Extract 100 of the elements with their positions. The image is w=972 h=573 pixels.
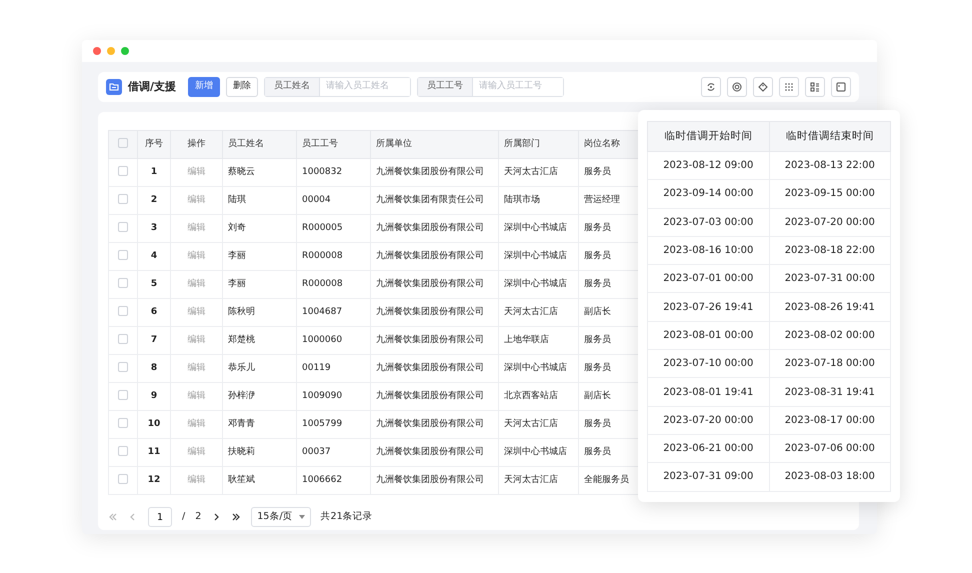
table-cell: 2023-08-02 00:00 [784, 330, 875, 341]
page-input[interactable]: 1 [148, 507, 172, 527]
first-page-icon [108, 512, 118, 522]
table-cell: 10 [148, 418, 160, 429]
table-cell: 深圳中心书城店 [504, 250, 567, 261]
table-cell: 服务员 [584, 418, 611, 429]
table-cell: 服务员 [584, 446, 611, 457]
table-cell: 天河太古汇店 [504, 306, 558, 317]
refresh-button[interactable] [701, 77, 721, 97]
checkbox[interactable] [118, 334, 128, 344]
tag-button[interactable] [753, 77, 773, 97]
column-header: 临时借调结束时间 [769, 122, 890, 152]
table-cell: 2023-07-31 09:00 [663, 471, 754, 482]
edit-link[interactable]: 编辑 [188, 446, 206, 457]
table-cell: 2023-07-31 00:00 [784, 273, 875, 284]
checkbox[interactable] [118, 446, 128, 456]
table-cell: 6 [150, 306, 158, 317]
window-button[interactable] [831, 77, 851, 97]
checkbox[interactable] [118, 306, 128, 316]
edit-link[interactable]: 编辑 [188, 474, 206, 485]
checkbox[interactable] [118, 138, 128, 148]
edit-link[interactable]: 编辑 [188, 194, 206, 205]
column-header: 临时借调开始时间 [648, 122, 769, 152]
table-cell: 2023-07-03 00:00 [663, 216, 754, 228]
target-button[interactable] [727, 77, 747, 97]
table-cell: 扶晓莉 [228, 446, 255, 457]
checkbox[interactable] [118, 278, 128, 288]
checkbox[interactable] [118, 194, 128, 204]
table-cell: 郑楚桃 [228, 334, 255, 345]
list-button[interactable] [805, 77, 825, 97]
table-cell: 深圳中心书城店 [504, 362, 567, 373]
table-cell: R000005 [302, 222, 343, 233]
window-icon [835, 81, 847, 93]
edit-link[interactable]: 编辑 [188, 222, 206, 233]
table-cell: 00004 [302, 194, 331, 205]
grid-icon [783, 81, 795, 93]
total-pages: 2 [195, 510, 202, 524]
table-cell: 1004687 [302, 306, 342, 317]
table-cell: 九洲餐饮集团股份有限公司 [376, 250, 484, 261]
edit-link[interactable]: 编辑 [188, 418, 206, 429]
table-cell: 九洲餐饮集团股份有限公司 [376, 474, 484, 485]
grid-button[interactable] [779, 77, 799, 97]
column-header: 所属单位 [370, 130, 498, 158]
checkbox[interactable] [118, 390, 128, 400]
table-cell: 九洲餐饮集团股份有限公司 [376, 166, 484, 177]
checkbox[interactable] [118, 250, 128, 260]
page-size-select[interactable]: 15条/页 [251, 507, 311, 527]
field-label: 员工工号 [418, 78, 474, 96]
table-cell: R000008 [302, 278, 343, 289]
table-cell: 1006662 [302, 474, 342, 485]
table-cell: 2023-08-16 10:00 [663, 245, 754, 256]
table-cell: 陈秋明 [228, 306, 255, 317]
add-button[interactable]: 新增 [188, 77, 220, 97]
page-title: 借调/支援 [128, 78, 176, 95]
last-page-button[interactable] [231, 512, 242, 522]
table-cell: 2023-07-01 00:00 [663, 273, 754, 284]
search-field[interactable]: 员工工号 请输入员工工号 [417, 77, 564, 97]
table-cell: 全能服务员 [584, 474, 629, 485]
table-cell: 九洲餐饮集团股份有限公司 [376, 222, 484, 233]
table-cell: 孙梓洢 [228, 390, 255, 401]
table-cell: 陆琪 [228, 194, 246, 205]
caret-icon [298, 515, 305, 519]
table-cell: 九洲餐饮集团股份有限公司 [376, 390, 484, 401]
edit-link[interactable]: 编辑 [188, 250, 206, 261]
column-header: 员工姓名 [222, 130, 296, 158]
checkbox[interactable] [118, 474, 128, 484]
table-cell: 服务员 [584, 166, 611, 177]
table-cell: R000008 [302, 250, 343, 261]
table-cell: 2023-08-01 00:00 [663, 330, 754, 341]
table-cell: 服务员 [584, 362, 611, 373]
table-cell: 九洲餐饮集团股份有限公司 [376, 306, 484, 317]
column-header: 操作 [170, 130, 222, 158]
table-cell: 天河太古汇店 [504, 166, 558, 177]
maximize-button[interactable] [121, 47, 129, 55]
edit-link[interactable]: 编辑 [188, 306, 206, 317]
checkbox[interactable] [118, 222, 128, 232]
minimize-button[interactable] [107, 47, 115, 55]
table-cell: 11 [148, 446, 160, 457]
close-button[interactable] [93, 47, 101, 55]
tag-icon [757, 81, 769, 93]
table-cell: 2023-08-01 19:41 [663, 386, 754, 398]
edit-link[interactable]: 编辑 [188, 278, 206, 289]
table-cell: 九洲餐饮集团股份有限公司 [376, 418, 484, 429]
table-cell: 深圳中心书城店 [504, 446, 567, 457]
table-cell: 2023-08-12 09:00 [663, 160, 754, 172]
table-cell: 2023-07-06 00:00 [784, 443, 875, 454]
edit-link[interactable]: 编辑 [188, 390, 206, 401]
edit-link[interactable]: 编辑 [188, 362, 206, 373]
checkbox[interactable] [118, 418, 128, 428]
table-cell: 服务员 [584, 250, 611, 261]
search-field[interactable]: 员工姓名 请输入员工姓名 [264, 77, 412, 97]
delete-button[interactable]: 删除 [226, 77, 258, 97]
edit-link[interactable]: 编辑 [188, 166, 206, 177]
edit-link[interactable]: 编辑 [188, 334, 206, 345]
table-cell: 服务员 [584, 334, 611, 345]
select-value: 15条/页 [257, 510, 293, 524]
table-cell: 天河太古汇店 [504, 418, 558, 429]
checkbox[interactable] [118, 362, 128, 372]
table-cell: 1009090 [302, 390, 342, 401]
checkbox[interactable] [118, 166, 128, 176]
